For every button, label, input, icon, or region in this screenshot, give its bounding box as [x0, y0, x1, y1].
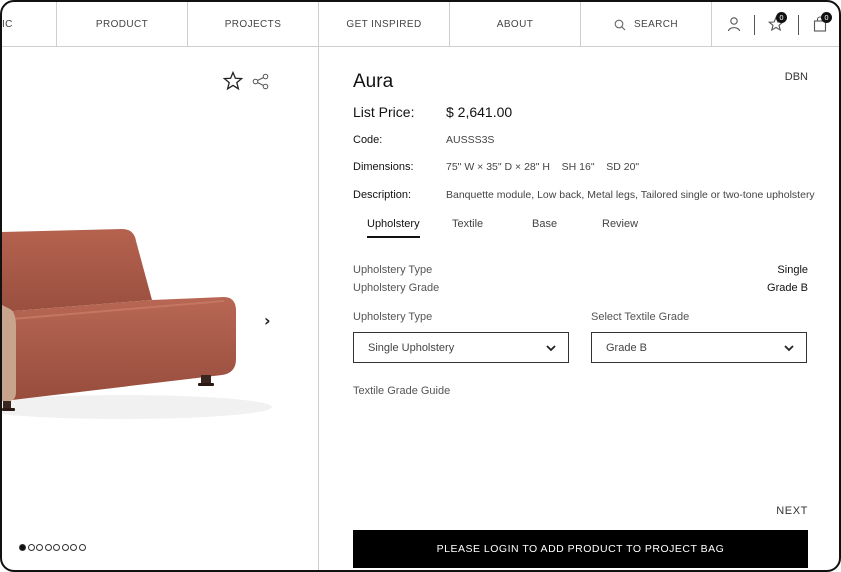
- nav-search[interactable]: SEARCH: [581, 2, 712, 47]
- textile-grade-guide-link[interactable]: Textile Grade Guide: [353, 385, 450, 397]
- share-icon[interactable]: [252, 73, 269, 90]
- nav-item-get-inspired[interactable]: GET INSPIRED: [319, 2, 450, 47]
- tab-review[interactable]: Review: [602, 218, 638, 236]
- upholstery-grade-label: Upholstery Grade: [353, 282, 440, 294]
- product-image-sofa: [2, 229, 272, 419]
- code-value: AUSSS3S: [446, 134, 495, 146]
- gallery-dot[interactable]: [78, 544, 86, 551]
- gallery-next-button[interactable]: ›: [264, 311, 271, 330]
- brand-code: DBN: [784, 71, 808, 83]
- product-details: Aura DBN List Price: $ 2,641.00 Code: AU…: [320, 47, 839, 570]
- favorites-count-badge: 0: [776, 12, 787, 23]
- nav-item-product[interactable]: PRODUCT: [57, 2, 188, 47]
- gallery-dot[interactable]: [36, 544, 43, 551]
- gallery-dot[interactable]: [19, 544, 26, 551]
- description-value: Banquette module, Low back, Metal legs, …: [446, 189, 815, 201]
- search-icon: [614, 19, 626, 30]
- description-label: Description:: [353, 189, 412, 201]
- upholstery-grade-value: Grade B: [767, 282, 808, 294]
- tab-textile[interactable]: Textile: [452, 218, 483, 236]
- upholstery-type-select[interactable]: Single Upholstery: [353, 332, 569, 363]
- product-gallery: ›: [2, 47, 319, 570]
- tab-base[interactable]: Base: [532, 218, 557, 236]
- gallery-dot[interactable]: [53, 544, 60, 551]
- chevron-down-icon: [784, 345, 794, 352]
- upholstery-select-label: Upholstery Type: [353, 311, 433, 323]
- bag-count-badge: 0: [821, 12, 832, 23]
- nav-item-partial[interactable]: IC: [2, 2, 57, 47]
- textile-grade-select[interactable]: Grade B: [591, 332, 807, 363]
- price-label: List Price:: [353, 104, 415, 120]
- login-add-to-bag-button[interactable]: PLEASE LOGIN TO ADD PRODUCT TO PROJECT B…: [353, 530, 808, 568]
- nav-item-about[interactable]: ABOUT: [450, 2, 581, 47]
- price-value: $ 2,641.00: [446, 104, 513, 120]
- gallery-dot[interactable]: [70, 544, 77, 551]
- nav-icon-group: 0 0: [712, 2, 839, 47]
- user-icon[interactable]: [726, 16, 742, 32]
- favorite-star-icon[interactable]: [223, 71, 243, 91]
- search-label: SEARCH: [633, 19, 679, 30]
- nav-divider: [754, 15, 755, 35]
- dimensions-label: Dimensions:: [353, 161, 414, 173]
- gallery-dot[interactable]: [44, 544, 52, 551]
- top-nav: IC PRODUCT PROJECTS GET INSPIRED ABOUT S…: [2, 2, 839, 47]
- code-label: Code:: [353, 134, 383, 146]
- upholstery-type-value: Single: [777, 264, 808, 276]
- product-title: Aura: [353, 71, 394, 92]
- tab-upholstery[interactable]: Upholstery: [367, 218, 420, 238]
- textile-select-value: Grade B: [606, 341, 647, 354]
- nav-divider: [798, 15, 799, 35]
- upholstery-type-label: Upholstery Type: [353, 264, 433, 276]
- upholstery-select-value: Single Upholstery: [368, 341, 455, 354]
- dimensions-value: 75" W × 35" D × 28" H SH 16" SD 20": [446, 161, 640, 173]
- next-button[interactable]: NEXT: [776, 505, 808, 517]
- chevron-down-icon: [546, 345, 556, 352]
- app-frame: IC PRODUCT PROJECTS GET INSPIRED ABOUT S…: [0, 0, 841, 572]
- textile-select-label: Select Textile Grade: [591, 311, 690, 323]
- gallery-dots: [19, 544, 86, 551]
- gallery-dot[interactable]: [27, 544, 35, 551]
- gallery-dot[interactable]: [61, 544, 69, 551]
- nav-item-projects[interactable]: PROJECTS: [188, 2, 319, 47]
- detail-tabs: Upholstery Textile Base Review: [353, 218, 813, 240]
